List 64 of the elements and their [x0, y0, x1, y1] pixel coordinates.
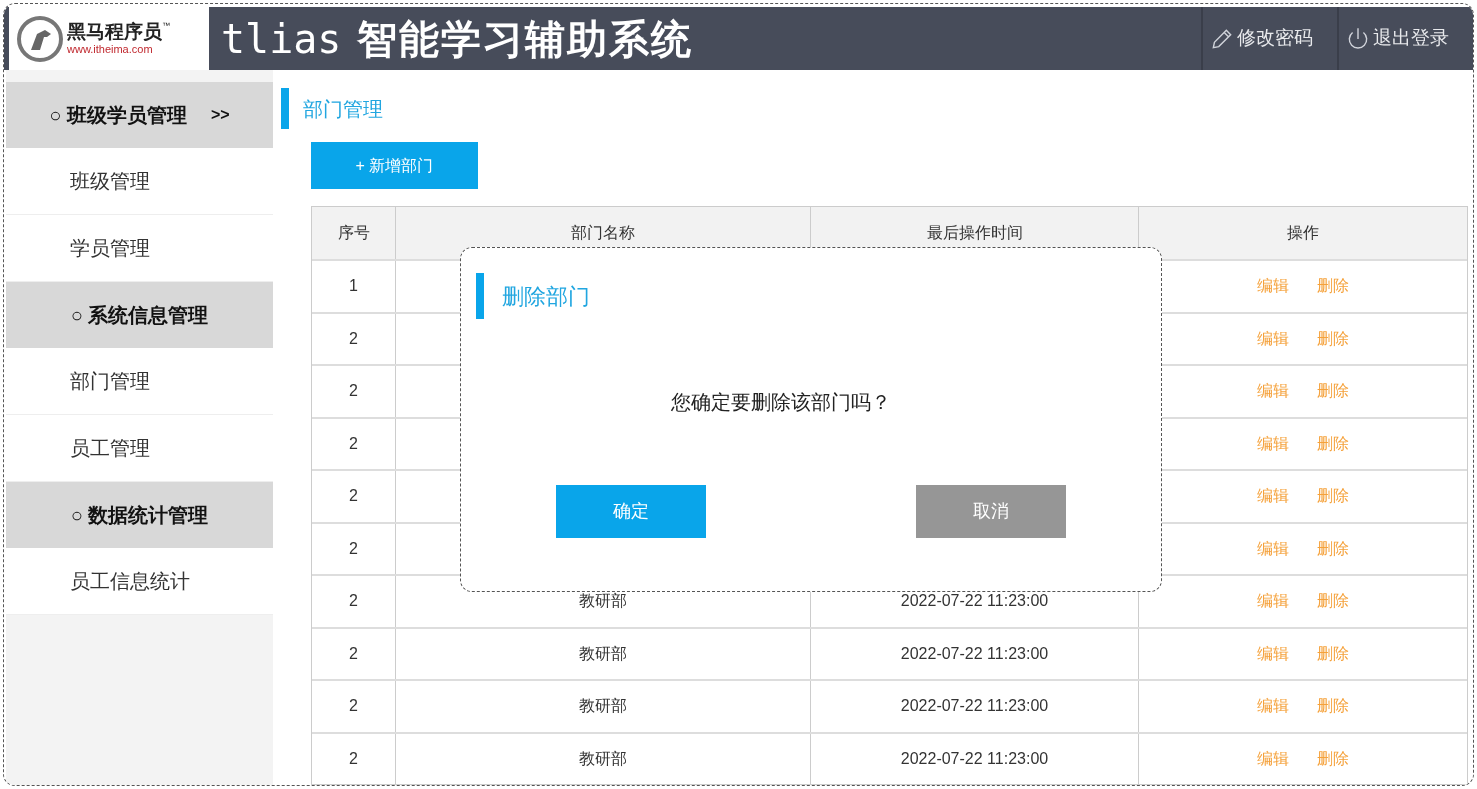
table-cell: 2: [312, 576, 396, 627]
sidebar-item[interactable]: 员工信息统计: [6, 548, 273, 615]
table-cell: 2: [312, 628, 396, 679]
delete-link[interactable]: 删除: [1317, 589, 1349, 614]
edit-link[interactable]: 编辑: [1257, 274, 1289, 299]
logo-name: 黑马程序员: [67, 22, 162, 41]
table-cell-text: 教研部: [579, 696, 627, 717]
delete-link[interactable]: 删除: [1317, 379, 1349, 404]
edit-link[interactable]: 编辑: [1257, 641, 1289, 666]
delete-link[interactable]: 删除: [1317, 431, 1349, 456]
table-cell-text: 2022-07-22 11:23:00: [900, 748, 1049, 769]
sidebar-item[interactable]: 学员管理: [6, 215, 273, 282]
table-cell-text: 2022-07-22 11:23:00: [900, 643, 1049, 664]
logo-url: www.itheima.com: [67, 44, 154, 55]
table-cell: 1: [312, 261, 396, 312]
delete-link[interactable]: 删除: [1317, 694, 1349, 719]
table-cell: 2: [312, 681, 396, 732]
edit-link[interactable]: 编辑: [1257, 589, 1289, 614]
column-header: 序号: [312, 207, 396, 259]
table-cell: 2: [312, 733, 396, 784]
app-title: 智能学习辅助系统: [357, 15, 694, 63]
sidebar-group[interactable]: ○ 班级学员管理 >>: [6, 82, 273, 148]
column-header: 操作: [1286, 223, 1320, 243]
table-cell: 2: [312, 418, 396, 469]
edit-link[interactable]: 编辑: [1257, 694, 1289, 719]
table-cell: 2: [312, 523, 396, 574]
dialog-message: 您确定要删除该部门吗？: [671, 390, 891, 415]
edit-link[interactable]: 编辑: [1257, 379, 1289, 404]
page-title: 部门管理: [303, 96, 383, 122]
edit-link[interactable]: 编辑: [1257, 484, 1289, 509]
table-cell-text: 教研部: [579, 748, 627, 769]
delete-link[interactable]: 删除: [1317, 274, 1349, 299]
sidebar-item[interactable]: 员工管理: [6, 415, 273, 482]
title-accent-bar: [476, 273, 484, 319]
table-cell: 2: [312, 471, 396, 522]
table-cell-text: 教研部: [579, 643, 627, 664]
edit-link[interactable]: 编辑: [1257, 746, 1289, 771]
table-cell-text: 2022-07-22 11:23:00: [900, 591, 1049, 612]
delete-link[interactable]: 删除: [1317, 641, 1349, 666]
app-title-latin: tlias: [221, 14, 342, 64]
cancel-button[interactable]: 取消: [916, 485, 1066, 538]
edit-link[interactable]: 编辑: [1257, 431, 1289, 456]
table-cell-text: 2022-07-22 11:23:00: [900, 696, 1049, 717]
logout-button[interactable]: 退出登录: [1337, 7, 1473, 70]
sidebar-group[interactable]: ○ 数据统计管理: [6, 482, 273, 548]
add-department-button[interactable]: + 新增部门: [311, 142, 478, 189]
sidebar-item[interactable]: 班级管理: [6, 148, 273, 215]
table-cell-text: 教研部: [579, 591, 627, 612]
confirm-button[interactable]: 确定: [556, 485, 706, 538]
edit-link[interactable]: 编辑: [1257, 326, 1289, 351]
title-accent-bar: [281, 88, 289, 129]
dialog-title: 删除部门: [502, 282, 590, 311]
delete-link[interactable]: 删除: [1317, 326, 1349, 351]
sidebar-group[interactable]: ○ 系统信息管理: [6, 282, 273, 348]
change-password-button[interactable]: 修改密码: [1201, 7, 1337, 70]
expand-marker: >>: [210, 105, 230, 125]
delete-link[interactable]: 删除: [1317, 746, 1349, 771]
delete-link[interactable]: 删除: [1317, 484, 1349, 509]
sidebar-item[interactable]: 部门管理: [6, 348, 273, 415]
edit-link[interactable]: 编辑: [1257, 536, 1289, 561]
trademark-sign: ™: [162, 22, 170, 30]
table-cell: 2: [312, 366, 396, 417]
table-cell: 2: [312, 313, 396, 364]
delete-link[interactable]: 删除: [1317, 536, 1349, 561]
